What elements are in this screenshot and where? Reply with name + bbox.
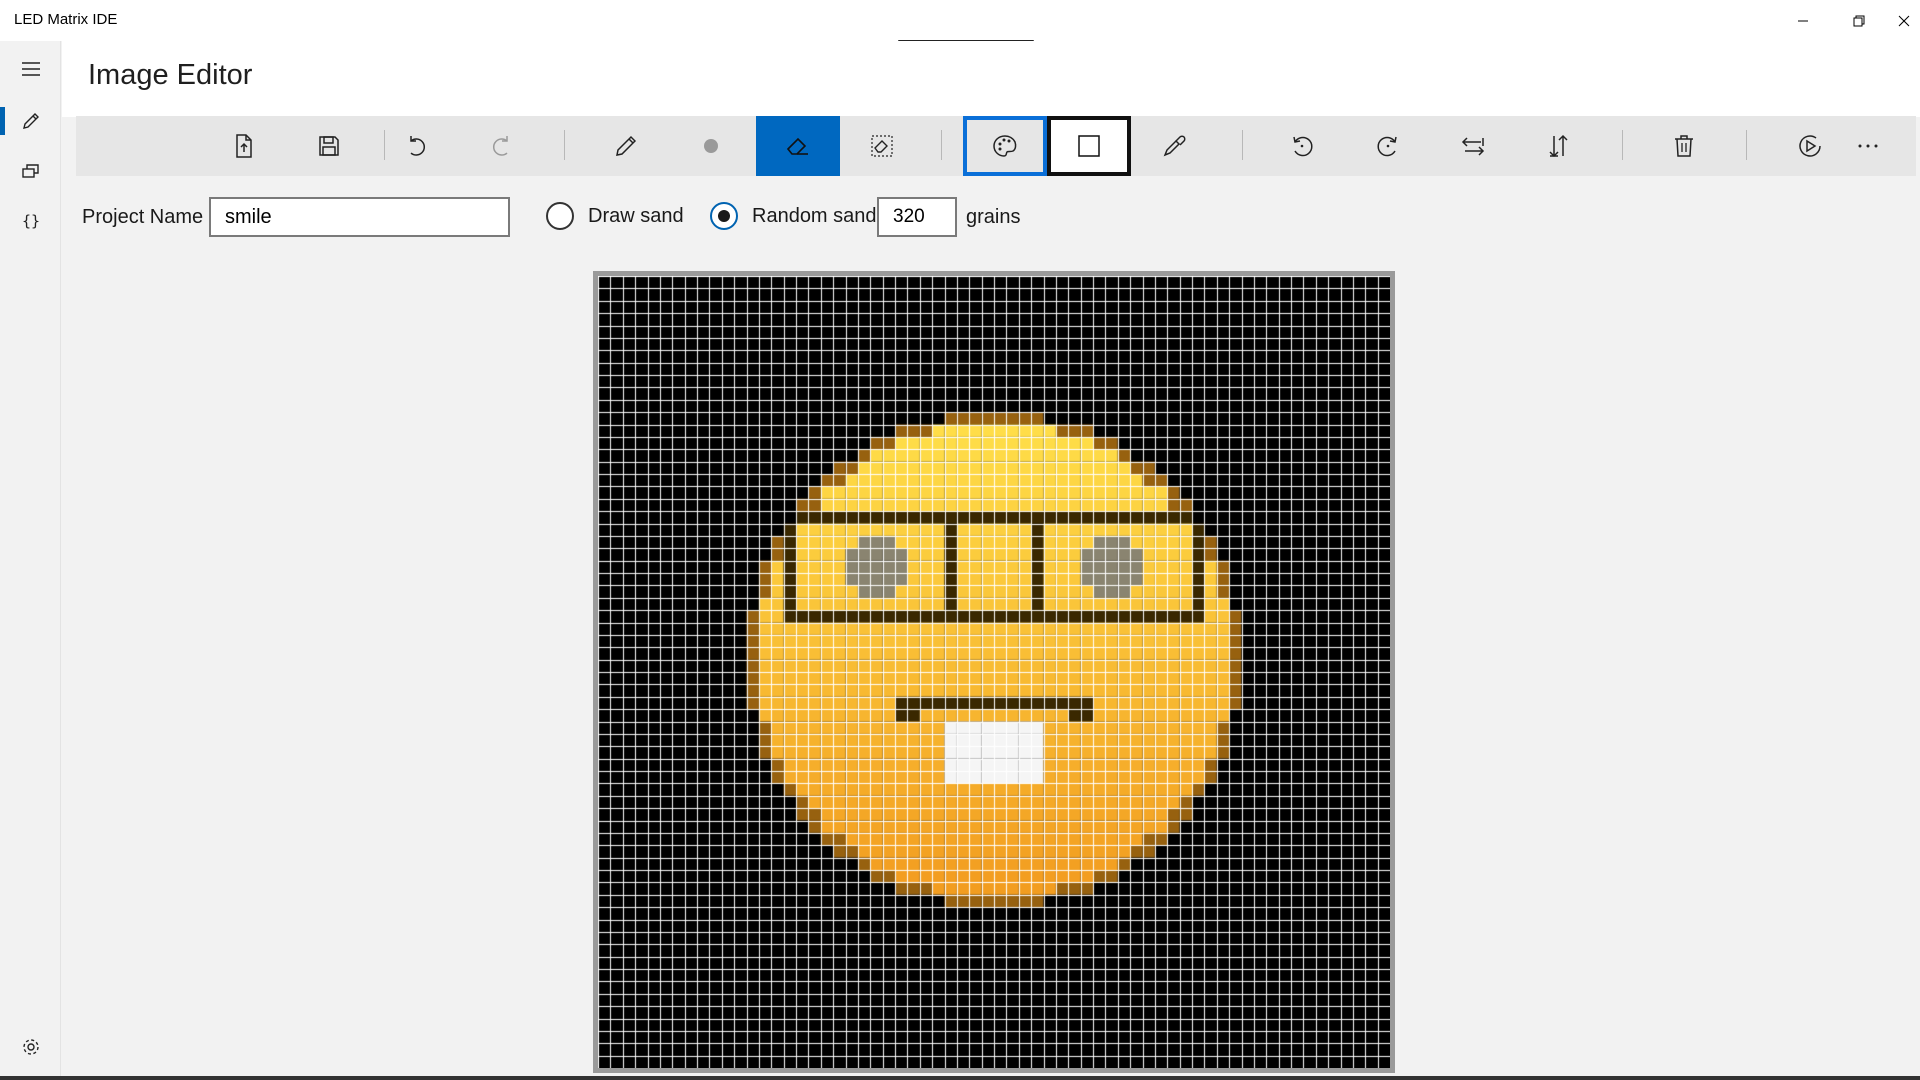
minimize-icon bbox=[1798, 20, 1808, 21]
flip-horizontal-icon bbox=[1461, 137, 1485, 156]
flip-vertical-icon bbox=[1549, 134, 1568, 158]
frames-icon bbox=[21, 164, 39, 178]
braces-icon: {} bbox=[21, 212, 39, 230]
grains-label: grains bbox=[966, 206, 1021, 228]
more-button[interactable] bbox=[1838, 116, 1898, 176]
project-name-input[interactable] bbox=[209, 197, 510, 237]
redo-button[interactable] bbox=[460, 116, 544, 176]
flip-horizontal-button[interactable] bbox=[1431, 116, 1515, 176]
gear-icon bbox=[22, 1039, 39, 1055]
pencil-icon bbox=[616, 135, 637, 156]
toolbar-separator bbox=[1242, 130, 1243, 160]
nav-item-image-editor[interactable] bbox=[0, 97, 61, 145]
svg-text:{}: {} bbox=[21, 212, 39, 230]
eraser-icon bbox=[786, 137, 808, 155]
minimize-button[interactable] bbox=[1775, 0, 1831, 41]
random-sand-radio[interactable]: Random sand bbox=[710, 202, 877, 230]
matrix-frame bbox=[593, 271, 1395, 1073]
hamburger-icon bbox=[21, 62, 40, 76]
rotate-right-icon bbox=[1377, 136, 1397, 157]
project-name-label: Project Name bbox=[82, 206, 204, 228]
toolbar-separator bbox=[941, 130, 942, 160]
bottom-border bbox=[0, 1076, 1920, 1080]
grains-input[interactable] bbox=[877, 197, 957, 237]
undo-button[interactable] bbox=[374, 116, 458, 176]
color-swatch-icon bbox=[1078, 135, 1100, 157]
nav-selection-indicator bbox=[0, 107, 5, 135]
save-button[interactable] bbox=[287, 116, 371, 176]
dot-icon bbox=[704, 139, 718, 153]
options-row: Project Name Draw sand Random sand grain… bbox=[76, 176, 1916, 266]
save-icon bbox=[319, 136, 339, 156]
toolbar-separator bbox=[564, 130, 565, 160]
color-swatch-button[interactable] bbox=[1047, 116, 1131, 176]
radio-circle-selected bbox=[710, 202, 738, 230]
eyedropper-button[interactable] bbox=[1132, 116, 1216, 176]
clear-icon bbox=[871, 135, 893, 157]
app-window: LED Matrix IDE {} Image Editor Project N… bbox=[0, 0, 1920, 1080]
new-button[interactable] bbox=[202, 116, 286, 176]
eraser-tool-button[interactable] bbox=[756, 116, 840, 176]
flip-vertical-button[interactable] bbox=[1516, 116, 1600, 176]
app-title: LED Matrix IDE bbox=[14, 11, 118, 28]
palette-button[interactable] bbox=[963, 116, 1047, 176]
eyedropper-icon bbox=[1163, 135, 1186, 157]
undo-icon bbox=[410, 136, 426, 156]
play-icon bbox=[1799, 135, 1821, 157]
radio-circle bbox=[546, 202, 574, 230]
delete-button[interactable] bbox=[1642, 116, 1726, 176]
title-bar: LED Matrix IDE bbox=[0, 0, 1920, 41]
restore-button[interactable] bbox=[1831, 0, 1887, 41]
page-header: Image Editor bbox=[62, 41, 1920, 117]
pencil-icon bbox=[22, 113, 39, 129]
command-bar bbox=[76, 116, 1916, 176]
rotate-right-button[interactable] bbox=[1346, 116, 1430, 176]
draw-sand-label: Draw sand bbox=[588, 204, 684, 227]
page-title: Image Editor bbox=[88, 59, 253, 91]
nav-rail: {} bbox=[0, 41, 61, 1080]
toolbar-separator bbox=[1622, 130, 1623, 160]
delete-icon bbox=[1675, 135, 1693, 157]
dot-tool-button[interactable] bbox=[669, 116, 753, 176]
rotate-left-icon bbox=[1293, 136, 1313, 157]
more-icon bbox=[1858, 144, 1878, 148]
settings-button[interactable] bbox=[0, 1023, 61, 1071]
restore-icon bbox=[1853, 15, 1865, 26]
toolbar-separator bbox=[1746, 130, 1747, 160]
close-button[interactable] bbox=[1887, 0, 1920, 41]
pencil-tool-button[interactable] bbox=[584, 116, 668, 176]
led-matrix-canvas[interactable] bbox=[598, 276, 1390, 1068]
nav-item-frames[interactable] bbox=[0, 147, 61, 195]
rotate-left-button[interactable] bbox=[1260, 116, 1344, 176]
random-sand-label: Random sand bbox=[752, 204, 877, 227]
hamburger-button[interactable] bbox=[0, 45, 61, 93]
redo-icon bbox=[492, 136, 508, 156]
close-icon bbox=[1898, 15, 1909, 26]
new-file-icon bbox=[236, 134, 252, 158]
draw-sand-radio[interactable]: Draw sand bbox=[546, 202, 684, 230]
palette-icon bbox=[993, 135, 1017, 157]
nav-item-code[interactable]: {} bbox=[0, 197, 61, 245]
clear-tool-button[interactable] bbox=[840, 116, 924, 176]
